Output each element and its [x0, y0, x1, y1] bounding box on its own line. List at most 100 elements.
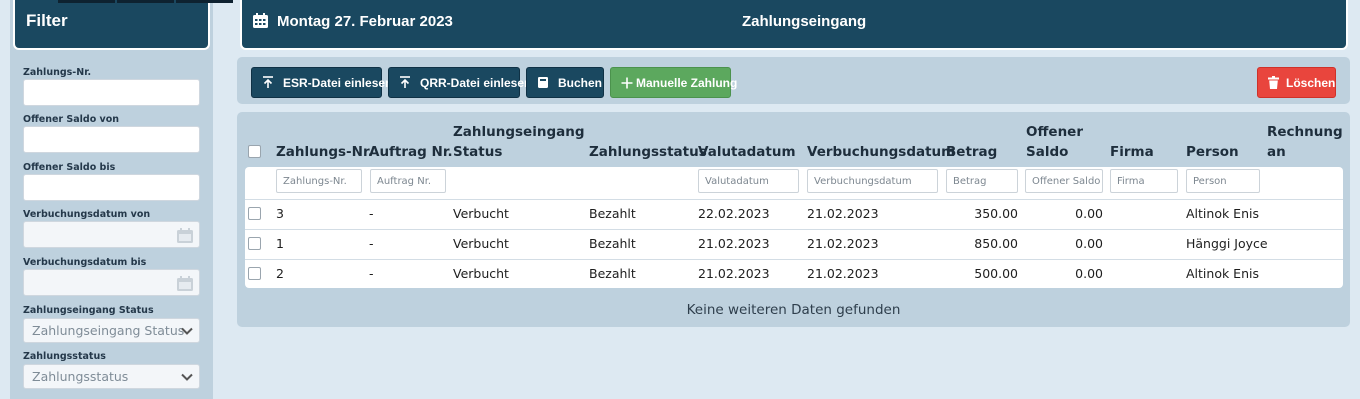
cell-verbuchungsdatum: 21.02.2023 — [807, 266, 879, 281]
col-header-eingang-status-line2: Status — [453, 144, 503, 160]
cell-zahlungsstatus: Bezahlt — [589, 266, 636, 281]
main-header: Montag 27. Februar 2023 Zahlungseingang — [240, 0, 1348, 50]
cell-auftrag-nr: - — [369, 236, 374, 251]
col-header-saldo-line2: Saldo — [1026, 144, 1069, 160]
select-all-checkbox[interactable] — [248, 145, 261, 158]
cell-offener-saldo: 0.00 — [1075, 206, 1103, 221]
cell-valutadatum: 21.02.2023 — [698, 236, 770, 251]
offener-saldo-von-input[interactable] — [23, 126, 200, 153]
top-tab-strip — [58, 0, 115, 3]
qrr-import-button[interactable]: QRR-Datei einlesen — [388, 67, 531, 98]
calendar-icon — [253, 13, 268, 28]
offener-saldo-bis-input[interactable] — [23, 174, 200, 201]
col-header-offener-saldo[interactable]: Offener Saldo — [1026, 122, 1083, 162]
cell-person: Hänggi Joyce — [1186, 236, 1268, 251]
cell-auftrag-nr: - — [369, 266, 374, 281]
cell-valutadatum: 22.02.2023 — [698, 206, 770, 221]
col-header-valutadatum[interactable]: Valutadatum — [698, 142, 796, 162]
cell-person: Altinok Enis — [1186, 266, 1259, 281]
select-value: Zahlungseingang Status — [32, 323, 185, 338]
col-header-verbuchungsdatum[interactable]: Verbuchungsdatum — [807, 142, 955, 162]
cell-eingang-status: Verbucht — [453, 206, 509, 221]
chevron-down-icon — [181, 373, 193, 381]
manual-payment-label: Manuelle Zahlung — [636, 75, 738, 90]
filter-input-auftrag-nr[interactable]: Auftrag Nr. — [370, 169, 446, 193]
filter-label-verbuchung-von: Verbuchungsdatum von — [23, 209, 151, 220]
zahlungs-nr-input[interactable] — [23, 79, 200, 106]
cell-zahlungs-nr: 1 — [276, 236, 284, 251]
delete-button[interactable]: Löschen — [1257, 67, 1336, 98]
cell-zahlungsstatus: Bezahlt — [589, 206, 636, 221]
manual-payment-button[interactable]: Manuelle Zahlung — [610, 67, 737, 98]
book-icon — [538, 77, 548, 88]
col-header-eingang-status[interactable]: Zahlungseingang Status — [453, 122, 585, 162]
zahlungsstatus-select[interactable]: Zahlungsstatus — [23, 364, 200, 389]
calendar-icon[interactable] — [177, 276, 193, 291]
col-header-rechnung-line1: Rechnung — [1267, 124, 1343, 140]
delete-label: Löschen — [1286, 75, 1336, 90]
col-header-betrag[interactable]: Betrag — [946, 142, 997, 162]
filter-label-saldo-von: Offener Saldo von — [23, 114, 120, 125]
cell-valutadatum: 21.02.2023 — [698, 266, 770, 281]
col-header-rechnung-line2: an — [1267, 144, 1286, 160]
filter-label-saldo-bis: Offener Saldo bis — [23, 162, 116, 173]
col-header-person[interactable]: Person — [1186, 142, 1239, 162]
toolbar: ESR-Datei einlesen QRR-Datei einlesen Bu… — [237, 57, 1350, 104]
filter-title: Filter — [26, 11, 68, 30]
cell-zahlungsstatus: Bezahlt — [589, 236, 636, 251]
cell-verbuchungsdatum: 21.02.2023 — [807, 206, 879, 221]
cell-betrag: 850.00 — [974, 236, 1018, 251]
col-header-firma[interactable]: Firma — [1110, 142, 1154, 162]
verbuchungsdatum-von-input[interactable] — [23, 221, 200, 248]
chevron-down-icon — [181, 327, 193, 335]
qrr-import-label: QRR-Datei einlesen — [420, 75, 532, 90]
filter-panel: Filter Zahlungs-Nr. Offener Saldo von Of… — [10, 0, 213, 399]
select-value: Zahlungsstatus — [32, 369, 129, 384]
row-divider — [245, 259, 1343, 260]
esr-import-button[interactable]: ESR-Datei einlesen — [251, 67, 392, 98]
cell-betrag: 500.00 — [974, 266, 1018, 281]
col-header-saldo-line1: Offener — [1026, 124, 1083, 140]
row-checkbox[interactable] — [248, 207, 261, 220]
row-checkbox[interactable] — [248, 237, 261, 250]
page-title: Zahlungseingang — [742, 13, 867, 30]
row-checkbox[interactable] — [248, 267, 261, 280]
cell-verbuchungsdatum: 21.02.2023 — [807, 236, 879, 251]
cell-betrag: 350.00 — [974, 206, 1018, 221]
filter-header: Filter — [13, 0, 210, 50]
filter-label-eingang-status: Zahlungseingang Status — [23, 305, 154, 316]
row-divider — [245, 229, 1343, 230]
filter-input-offener-saldo[interactable]: Offener Saldo — [1025, 169, 1103, 193]
filter-label-verbuchung-bis: Verbuchungsdatum bis — [23, 257, 147, 268]
col-header-eingang-status-line1: Zahlungseingang — [453, 124, 585, 140]
top-tab-strip — [176, 0, 233, 3]
verbuchungsdatum-bis-input[interactable] — [23, 269, 200, 296]
filter-input-valutadatum[interactable]: Valutadatum — [698, 169, 799, 193]
cell-zahlungs-nr: 2 — [276, 266, 284, 281]
filter-label-zahlungsstatus: Zahlungsstatus — [23, 351, 106, 362]
filter-input-person[interactable]: Person — [1186, 169, 1260, 193]
filter-input-firma[interactable]: Firma — [1110, 169, 1178, 193]
filter-input-zahlungs-nr[interactable]: Zahlungs-Nr. — [276, 169, 362, 193]
filter-input-verbuchungsdatum[interactable]: Verbuchungsdatum — [807, 169, 938, 193]
col-header-rechnung-an[interactable]: Rechnung an — [1267, 122, 1343, 162]
zahlungseingang-status-select[interactable]: Zahlungseingang Status — [23, 318, 200, 343]
col-header-auftrag-nr[interactable]: Auftrag Nr. — [369, 142, 453, 162]
upload-icon — [263, 76, 273, 88]
buchen-button[interactable]: Buchen — [526, 67, 604, 98]
upload-icon — [400, 76, 410, 88]
col-header-zahlungs-nr[interactable]: Zahlungs-Nr. — [276, 142, 373, 162]
cell-offener-saldo: 0.00 — [1075, 236, 1103, 251]
calendar-icon[interactable] — [177, 228, 193, 243]
col-header-zahlungsstatus[interactable]: Zahlungsstatus — [589, 142, 707, 162]
cell-eingang-status: Verbucht — [453, 266, 509, 281]
header-date: Montag 27. Februar 2023 — [277, 13, 453, 30]
filter-input-betrag[interactable]: Betrag — [946, 169, 1018, 193]
row-divider — [245, 199, 1343, 200]
plus-icon — [621, 77, 633, 88]
esr-import-label: ESR-Datei einlesen — [283, 75, 393, 90]
cell-zahlungs-nr: 3 — [276, 206, 284, 221]
cell-auftrag-nr: - — [369, 206, 374, 221]
buchen-label: Buchen — [558, 75, 603, 90]
table-footer-message: Keine weiteren Daten gefunden — [686, 302, 901, 318]
